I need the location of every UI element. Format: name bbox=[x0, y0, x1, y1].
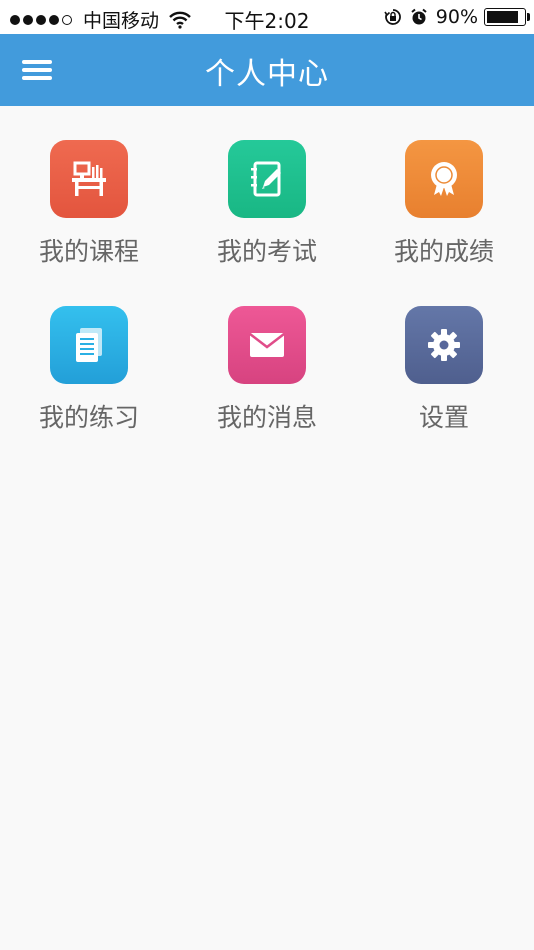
notebook-pencil-icon bbox=[251, 161, 281, 197]
page-title: 个人中心 bbox=[205, 57, 329, 92]
tile-icon-box bbox=[50, 306, 128, 384]
tile-my-grades[interactable]: 我的成绩 bbox=[374, 140, 514, 290]
orientation-lock-icon bbox=[384, 9, 401, 25]
tile-my-courses[interactable]: 我的课程 bbox=[19, 140, 159, 290]
tile-icon-box bbox=[405, 140, 483, 218]
gear-icon bbox=[428, 329, 460, 361]
tile-label: 设置 bbox=[418, 403, 469, 432]
tile-label: 我的考试 bbox=[216, 237, 317, 266]
battery-fill bbox=[487, 11, 518, 23]
tile-icon-box bbox=[50, 140, 128, 218]
tile-icon-box bbox=[228, 140, 306, 218]
document-stack-icon bbox=[76, 328, 102, 362]
tile-label: 我的成绩 bbox=[393, 237, 494, 266]
tile-settings[interactable]: 设置 bbox=[374, 306, 514, 456]
tile-label: 我的消息 bbox=[216, 403, 317, 432]
tile-icon-box bbox=[228, 306, 306, 384]
desk-icon bbox=[72, 161, 106, 196]
tile-my-exams[interactable]: 我的考试 bbox=[197, 140, 337, 290]
battery-icon bbox=[484, 8, 530, 26]
tile-my-practice[interactable]: 我的练习 bbox=[19, 306, 159, 456]
navigation-bar: 个人中心 bbox=[0, 34, 534, 106]
award-badge-icon bbox=[431, 162, 457, 196]
status-right: 90% bbox=[384, 6, 530, 28]
battery-percent: 90% bbox=[435, 6, 478, 28]
envelope-icon bbox=[249, 333, 285, 357]
alarm-clock-icon bbox=[411, 8, 427, 25]
tile-my-messages[interactable]: 我的消息 bbox=[197, 306, 337, 456]
status-bar: 中国移动 下午2:02 90% bbox=[0, 0, 534, 34]
tile-label: 我的课程 bbox=[38, 237, 139, 266]
tile-label: 我的练习 bbox=[38, 403, 139, 432]
tile-icon-box bbox=[405, 306, 483, 384]
